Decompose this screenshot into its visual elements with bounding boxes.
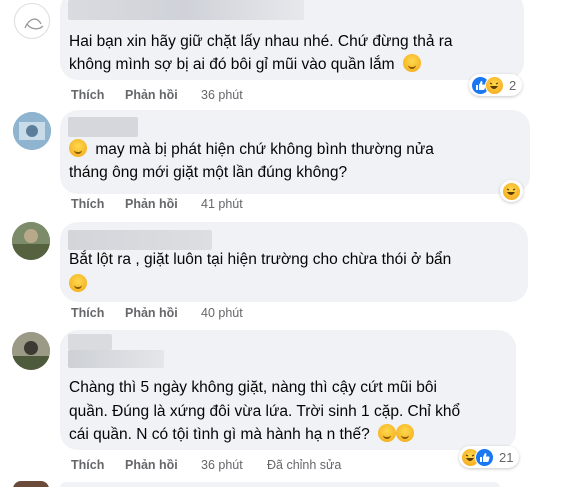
timestamp[interactable]: 40 phút [201,306,267,320]
comment-1: Hai bạn xin hãy giữ chặt lấy nhau nhé. C… [0,0,580,110]
haha-icon [485,75,504,95]
reaction-count: 2 [509,77,517,93]
next-comment-bubble [60,482,500,487]
comment-3: Bắt lột ra , giặt luôn tại hiện trường c… [0,222,580,330]
comment-text-line: tháng ông mới giặt một lần đúng không? [69,164,348,181]
reaction-count: 21 [499,449,514,465]
comment-text-line: Hai bạn xin hãy giữ chặt lấy nhau nhé. C… [69,33,453,50]
comment-actions: Thích Phản hồi 41 phút [71,197,267,211]
haha-icon [502,181,521,201]
reaction-summary[interactable]: 21 [459,446,520,468]
like-button[interactable]: Thích [71,88,125,102]
reply-button[interactable]: Phản hồi [125,458,201,472]
comment-text-fragment: không mình sợ bị ai đó bôi gỉ mũi vào qu… [69,56,395,73]
reply-button[interactable]: Phản hồi [125,197,201,211]
profile-photo-icon [12,222,50,260]
comment-text-fragment: cái quần. N có tội tình gì mà hành hạ n … [69,426,370,443]
comment-actions: Thích Phản hồi 40 phút [71,306,267,320]
comment-text-line: may mà bị phát hiện chứ không bình thườn… [69,138,434,161]
confused-face-icon [402,54,421,72]
comment-bubble: may mà bị phát hiện chứ không bình thườn… [60,110,530,194]
edited-label[interactable]: Đã chỉnh sửa [267,458,341,472]
avatar[interactable] [12,222,50,260]
profile-sketch-icon [24,18,44,30]
profile-photo-icon [12,332,50,370]
timestamp[interactable]: 36 phút [201,88,267,102]
rolling-laughing-icon [396,424,415,442]
profile-photo-icon [13,112,51,150]
comment-text-line: không mình sợ bị ai đó bôi gỉ mũi vào qu… [69,53,421,76]
timestamp[interactable]: 41 phút [201,197,267,211]
comment-actions: Thích Phản hồi 36 phút Đã chỉnh sửa [71,458,341,472]
reply-button[interactable]: Phản hồi [125,306,201,320]
comment-text-line: Bắt lột ra , giặt luôn tại hiện trường c… [69,251,452,268]
avatar[interactable] [12,332,50,370]
author-name-redacted[interactable] [68,350,164,368]
timestamp[interactable]: 36 phút [201,458,267,472]
author-name-redacted[interactable] [68,117,138,137]
comment-text-line: Chàng thì 5 ngày không giặt, nàng thì cậ… [69,379,437,396]
like-button[interactable]: Thích [71,306,125,320]
avatar[interactable] [14,3,50,39]
comment-4: Chàng thì 5 ngày không giặt, nàng thì cậ… [0,330,580,480]
comment-bubble: Chàng thì 5 ngày không giặt, nàng thì cậ… [60,330,516,450]
comment-text-line: cái quần. N có tội tình gì mà hành hạ n … [69,423,415,446]
comment-text-fragment: may mà bị phát hiện chứ không bình thườn… [95,141,434,158]
reply-button[interactable]: Phản hồi [125,88,201,102]
comment-bubble: Bắt lột ra , giặt luôn tại hiện trường c… [60,222,528,302]
upside-down-face-icon [69,274,87,292]
like-button[interactable]: Thích [71,197,125,211]
comment-actions: Thích Phản hồi 36 phút [71,88,267,102]
reaction-summary[interactable]: 2 [469,74,523,96]
rolling-laughing-icon [378,424,397,442]
avatar[interactable] [13,112,51,150]
comment-bubble: Hai bạn xin hãy giữ chặt lấy nhau nhé. C… [60,0,524,80]
laughing-face-icon [69,139,87,157]
comment-2: may mà bị phát hiện chứ không bình thườn… [0,110,580,222]
like-icon [475,447,494,467]
author-name-redacted[interactable] [68,0,304,20]
reaction-summary[interactable] [500,180,523,202]
comment-text-line: quần. Đúng là xứng đôi vừa lứa. Trời sin… [69,403,461,420]
like-button[interactable]: Thích [71,458,125,472]
author-name-redacted[interactable] [68,334,112,350]
comment-text-line [69,273,87,296]
author-name-redacted[interactable] [68,230,212,250]
next-comment-avatar[interactable] [13,481,49,487]
